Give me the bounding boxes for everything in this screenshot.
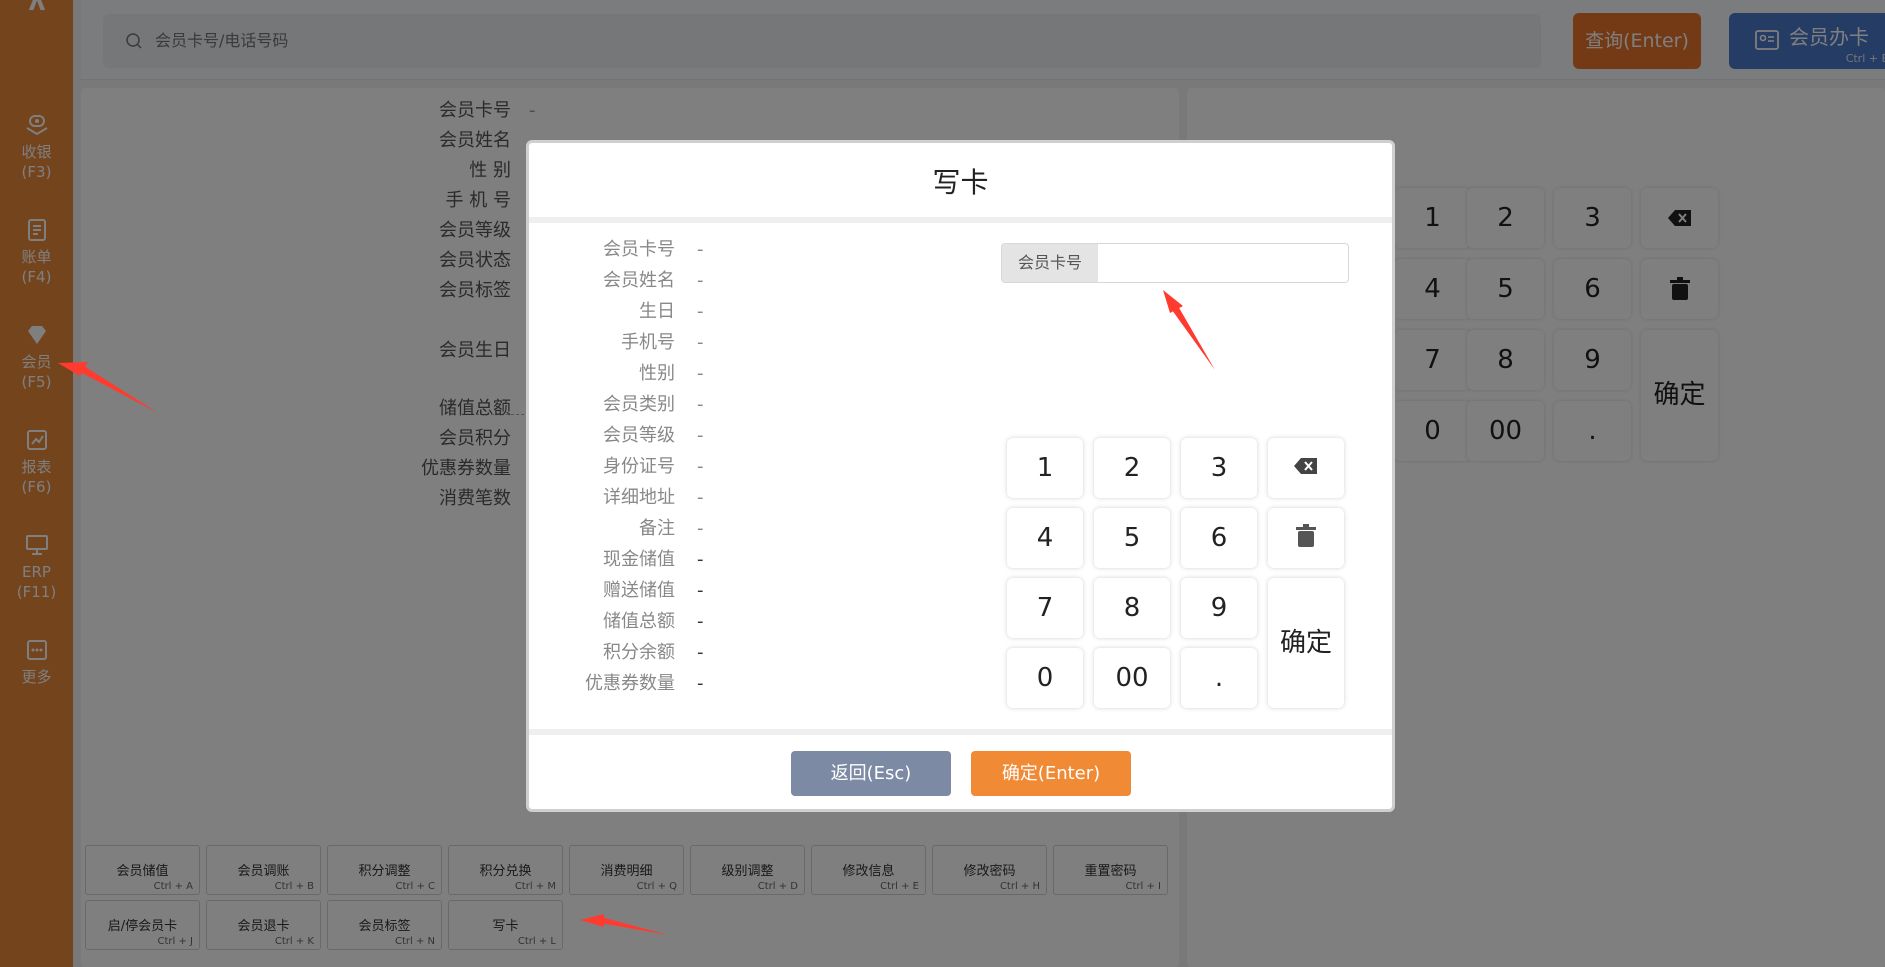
- dialog-key-2[interactable]: 2: [1094, 438, 1170, 498]
- dialog-row-level: 会员等级 -: [603, 425, 704, 446]
- dialog-title: 写卡: [529, 143, 1392, 223]
- dialog-row-points-balance: 积分余额 -: [603, 642, 704, 663]
- confirm-button[interactable]: 确定(Enter): [971, 751, 1131, 796]
- dialog-row-gender: 性别 -: [639, 363, 704, 384]
- dialog-key-5[interactable]: 5: [1094, 508, 1170, 568]
- dialog-key-0[interactable]: 0: [1007, 648, 1083, 708]
- back-button[interactable]: 返回(Esc): [791, 751, 951, 796]
- trash-icon: [1295, 524, 1317, 555]
- card-number-field[interactable]: 会员卡号: [1001, 243, 1349, 283]
- dialog-row-category: 会员类别 -: [603, 394, 704, 415]
- dialog-row-stored-total: 储值总额 -: [603, 611, 704, 632]
- dialog-key-dot[interactable]: .: [1181, 648, 1257, 708]
- backspace-icon: [1293, 453, 1319, 483]
- dialog-key-4[interactable]: 4: [1007, 508, 1083, 568]
- dialog-key-9[interactable]: 9: [1181, 578, 1257, 638]
- dialog-row-remark: 备注 -: [639, 518, 704, 539]
- dialog-footer: 返回(Esc) 确定(Enter): [529, 729, 1392, 809]
- dialog-key-1[interactable]: 1: [1007, 438, 1083, 498]
- dialog-row-birthday: 生日 -: [639, 301, 704, 322]
- dialog-key-8[interactable]: 8: [1094, 578, 1170, 638]
- dialog-row-bonus-stored: 赠送储值 -: [603, 580, 704, 601]
- dialog-row-card-no: 会员卡号 -: [603, 239, 704, 260]
- dialog-key-00[interactable]: 00: [1094, 648, 1170, 708]
- write-card-dialog: 写卡 会员卡号 - 会员姓名 - 生日 - 手机号 - 性别 - 会员类别 - 会员等级 - …: [526, 140, 1395, 812]
- dialog-row-cash-stored: 现金储值 -: [603, 549, 704, 570]
- dialog-key-6[interactable]: 6: [1181, 508, 1257, 568]
- dialog-clear[interactable]: [1268, 508, 1344, 568]
- dialog-row-coupons: 优惠券数量 -: [585, 673, 704, 694]
- dialog-key-7[interactable]: 7: [1007, 578, 1083, 638]
- dialog-row-name: 会员姓名 -: [603, 270, 704, 291]
- card-number-label: 会员卡号: [1002, 244, 1098, 282]
- dialog-confirm-key[interactable]: 确定: [1268, 578, 1344, 708]
- dialog-row-address: 详细地址 -: [603, 487, 704, 508]
- dialog-row-id-number: 身份证号 -: [603, 456, 704, 477]
- dialog-row-phone: 手机号 -: [621, 332, 704, 353]
- card-number-input[interactable]: [1102, 246, 1342, 280]
- dialog-backspace[interactable]: [1268, 438, 1344, 498]
- dialog-key-3[interactable]: 3: [1181, 438, 1257, 498]
